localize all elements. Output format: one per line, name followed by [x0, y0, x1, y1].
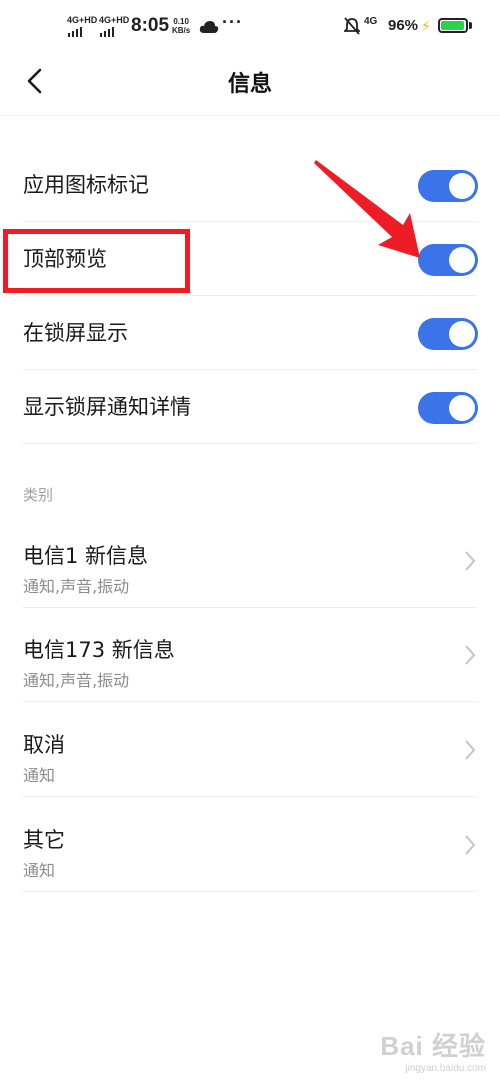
- page-title: 信息: [227, 72, 272, 97]
- category-item-telecom1[interactable]: 电信1 新信息 通知,声音,振动: [0, 514, 500, 608]
- watermark-logo: Bai 经验: [380, 1031, 486, 1061]
- network-type-2: 4G+HD: [99, 15, 130, 25]
- signal-icon: [100, 27, 114, 37]
- charging-bolt-icon: ⚡: [421, 18, 431, 34]
- chevron-right-icon: [465, 740, 476, 760]
- divider: [23, 701, 477, 702]
- setting-label: 应用图标标记: [23, 173, 149, 197]
- toggle-knob: [449, 173, 475, 199]
- app-header: 信息: [0, 56, 500, 106]
- watermark-url: jingyan.baidu.com: [405, 1063, 486, 1074]
- setting-label: 在锁屏显示: [23, 321, 128, 345]
- divider: [23, 443, 477, 444]
- category-subtitle: 通知: [23, 766, 56, 785]
- chevron-right-icon: [465, 835, 476, 855]
- show-on-lockscreen-toggle[interactable]: [418, 318, 478, 350]
- chevron-right-icon: [465, 551, 476, 571]
- battery-cap: [469, 22, 472, 29]
- setting-label: 显示锁屏通知详情: [23, 395, 191, 419]
- lockscreen-details-toggle[interactable]: [418, 392, 478, 424]
- toggle-knob: [449, 395, 475, 421]
- network-speed: 0.10 KB/s: [172, 17, 190, 35]
- category-subtitle: 通知,声音,振动: [23, 671, 130, 690]
- clock: 8:05: [131, 15, 170, 36]
- status-bar: 4G+HD 4G+HD 8:05 0.10 KB/s ··· 4G 96% ⚡: [0, 0, 500, 56]
- speed-value: 0.10: [173, 17, 189, 26]
- watermark: Bai 经验 jingyan.baidu.com: [380, 1026, 486, 1074]
- setting-lockscreen-details[interactable]: 显示锁屏通知详情: [0, 370, 500, 444]
- cloud-icon: [199, 21, 219, 33]
- header-divider: [0, 115, 500, 116]
- divider: [23, 891, 477, 892]
- annotation-arrow-icon: [314, 160, 420, 258]
- category-subtitle: 通知,声音,振动: [23, 577, 130, 596]
- network-type-1: 4G+HD: [67, 15, 98, 25]
- category-title: 其它: [23, 828, 65, 852]
- category-item-telecom173[interactable]: 电信173 新信息 通知,声音,振动: [0, 608, 500, 702]
- mobile-data: 4G: [364, 16, 378, 27]
- category-title: 电信1 新信息: [23, 544, 149, 568]
- toggle-knob: [449, 321, 475, 347]
- chevron-right-icon: [465, 645, 476, 665]
- category-item-other[interactable]: 其它 通知: [0, 798, 500, 892]
- category-title: 取消: [23, 733, 65, 757]
- speed-unit: KB/s: [172, 26, 191, 35]
- divider: [23, 796, 477, 797]
- battery-icon: [438, 18, 468, 33]
- category-title: 电信173 新信息: [23, 638, 175, 662]
- battery-percent: 96%: [388, 17, 419, 34]
- toggle-knob: [449, 247, 475, 273]
- category-subtitle: 通知: [23, 861, 56, 880]
- overflow-indicator: ···: [222, 12, 243, 32]
- setting-show-on-lockscreen[interactable]: 在锁屏显示: [0, 296, 500, 370]
- category-item-cancel[interactable]: 取消 通知: [0, 703, 500, 797]
- signal-icon: [68, 27, 82, 37]
- highlight-box: [3, 229, 190, 293]
- mute-bell-icon: [344, 17, 360, 35]
- category-section-header: 类别: [23, 486, 54, 504]
